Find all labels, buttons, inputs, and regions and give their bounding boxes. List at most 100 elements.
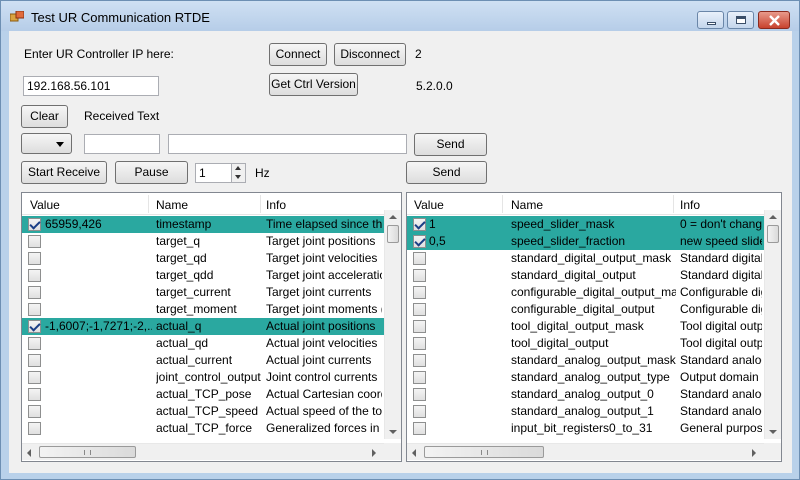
scroll-down-icon[interactable]	[389, 430, 397, 434]
table-row[interactable]: tool_digital_output Tool digital output	[407, 335, 764, 352]
scroll-thumb[interactable]	[424, 446, 544, 458]
cell-value[interactable]: 0,5	[429, 234, 507, 248]
table-row[interactable]: actual_qd Actual joint velocities	[22, 335, 384, 352]
disconnect-button[interactable]: Disconnect	[334, 43, 406, 66]
row-checkbox[interactable]	[413, 218, 426, 231]
table-row[interactable]: actual_TCP_pose Actual Cartesian coordina	[22, 386, 384, 403]
table-row[interactable]: target_moment Target joint moments (tor	[22, 301, 384, 318]
clear-button[interactable]: Clear	[21, 105, 68, 128]
row-checkbox[interactable]	[413, 286, 426, 299]
column-header-name[interactable]: Name	[156, 198, 188, 212]
row-checkbox[interactable]	[28, 218, 41, 231]
table-row[interactable]: standard_analog_output_1 Standard analog …	[407, 403, 764, 420]
table-row[interactable]: 0,5 speed_slider_fraction new speed slider	[407, 233, 764, 250]
table-row[interactable]: configurable_digital_output Configurable …	[407, 301, 764, 318]
scroll-thumb[interactable]	[387, 225, 399, 243]
cell-value[interactable]: -1,6007;-1,7271;-2,...	[45, 319, 152, 333]
table-row[interactable]: actual_TCP_speed Actual speed of the tool…	[22, 403, 384, 420]
table-row[interactable]: actual_TCP_force Generalized forces in th…	[22, 420, 384, 437]
scroll-up-icon[interactable]	[769, 215, 777, 219]
table-row[interactable]: standard_analog_output_0 Standard analog …	[407, 386, 764, 403]
row-checkbox[interactable]	[28, 405, 41, 418]
command-input[interactable]	[84, 134, 160, 154]
command-dropdown[interactable]	[21, 133, 72, 154]
scroll-right-icon[interactable]	[752, 449, 756, 457]
connect-button[interactable]: Connect	[269, 43, 327, 66]
title-bar[interactable]: Test UR Communication RTDE	[1, 1, 799, 31]
send-button-1[interactable]: Send	[414, 133, 487, 156]
table-row[interactable]: configurable_digital_output_mask Configur…	[407, 284, 764, 301]
row-checkbox[interactable]	[28, 354, 41, 367]
cell-value[interactable]: 1	[429, 217, 507, 231]
table-row[interactable]: input_bit_registers0_to_31 General purpos…	[407, 420, 764, 437]
row-checkbox[interactable]	[413, 320, 426, 333]
cell-value[interactable]: 65959,426	[45, 217, 152, 231]
vertical-scrollbar[interactable]	[764, 210, 781, 439]
row-checkbox[interactable]	[28, 252, 41, 265]
row-checkbox[interactable]	[413, 371, 426, 384]
row-checkbox[interactable]	[28, 269, 41, 282]
column-header-value[interactable]: Value	[414, 198, 444, 212]
column-header-info[interactable]: Info	[680, 198, 700, 212]
row-checkbox[interactable]	[413, 388, 426, 401]
row-checkbox[interactable]	[28, 303, 41, 316]
table-row[interactable]: -1,6007;-1,7271;-2,... actual_q Actual joi…	[22, 318, 384, 335]
table-row[interactable]: standard_analog_output_mask Standard anal…	[407, 352, 764, 369]
table-row[interactable]: target_qdd Target joint accelerations	[22, 267, 384, 284]
scroll-left-icon[interactable]	[412, 449, 416, 457]
get-ctrl-version-button[interactable]: Get Ctrl Version	[269, 73, 358, 96]
row-checkbox[interactable]	[28, 286, 41, 299]
row-checkbox[interactable]	[413, 303, 426, 316]
scroll-left-icon[interactable]	[27, 449, 31, 457]
column-header-value[interactable]: Value	[30, 198, 60, 212]
row-checkbox[interactable]	[413, 337, 426, 350]
row-checkbox[interactable]	[413, 354, 426, 367]
table-row[interactable]: 1 speed_slider_mask 0 = don't change	[407, 216, 764, 233]
scroll-down-icon[interactable]	[769, 430, 777, 434]
table-row[interactable]: target_current Target joint currents	[22, 284, 384, 301]
scroll-thumb[interactable]	[767, 225, 779, 243]
version-value: 5.2.0.0	[416, 79, 453, 93]
table-row[interactable]: target_q Target joint positions	[22, 233, 384, 250]
table-row[interactable]: 65959,426 timestamp Time elapsed since the…	[22, 216, 384, 233]
row-checkbox[interactable]	[28, 371, 41, 384]
row-checkbox[interactable]	[413, 235, 426, 248]
hz-stepper[interactable]: 1	[195, 163, 246, 183]
table-row[interactable]: tool_digital_output_mask Tool digital out…	[407, 318, 764, 335]
scroll-right-icon[interactable]	[372, 449, 376, 457]
row-checkbox[interactable]	[28, 320, 41, 333]
horizontal-scrollbar[interactable]	[407, 443, 764, 460]
row-checkbox[interactable]	[413, 269, 426, 282]
horizontal-scrollbar[interactable]	[22, 443, 384, 460]
scroll-thumb[interactable]	[39, 446, 136, 458]
table-row[interactable]: standard_digital_output Standard digital …	[407, 267, 764, 284]
stepper-down-button[interactable]	[231, 173, 245, 182]
row-checkbox[interactable]	[413, 252, 426, 265]
ip-input[interactable]: 192.168.56.101	[23, 76, 159, 96]
row-checkbox[interactable]	[413, 422, 426, 435]
row-checkbox[interactable]	[28, 235, 41, 248]
table-row[interactable]: standard_analog_output_type Output domain…	[407, 369, 764, 386]
send-button-2[interactable]: Send	[406, 161, 487, 184]
vertical-scrollbar[interactable]	[384, 210, 401, 439]
stepper-up-button[interactable]	[231, 164, 245, 173]
start-receive-button[interactable]: Start Receive	[21, 161, 107, 184]
column-header-name[interactable]: Name	[511, 198, 543, 212]
row-checkbox[interactable]	[28, 388, 41, 401]
row-checkbox[interactable]	[413, 405, 426, 418]
column-header-info[interactable]: Info	[266, 198, 286, 212]
maximize-button[interactable]	[727, 11, 754, 29]
pause-button[interactable]: Pause	[115, 161, 188, 184]
row-checkbox[interactable]	[28, 422, 41, 435]
table-row[interactable]: joint_control_output Joint control curren…	[22, 369, 384, 386]
row-checkbox[interactable]	[28, 337, 41, 350]
table-row[interactable]: target_qd Target joint velocities	[22, 250, 384, 267]
received-text-field[interactable]	[168, 134, 407, 154]
table-row[interactable]: actual_current Actual joint currents	[22, 352, 384, 369]
scroll-up-icon[interactable]	[389, 215, 397, 219]
table-row[interactable]: standard_digital_output_mask Standard dig…	[407, 250, 764, 267]
minimize-button[interactable]	[697, 11, 724, 29]
output-data-grid[interactable]: Value Name Info 65959,426 timestamp Time e…	[21, 192, 402, 462]
close-button[interactable]	[758, 11, 790, 29]
input-data-grid[interactable]: Value Name Info 1 speed_slider_mask 0 = do…	[406, 192, 782, 462]
